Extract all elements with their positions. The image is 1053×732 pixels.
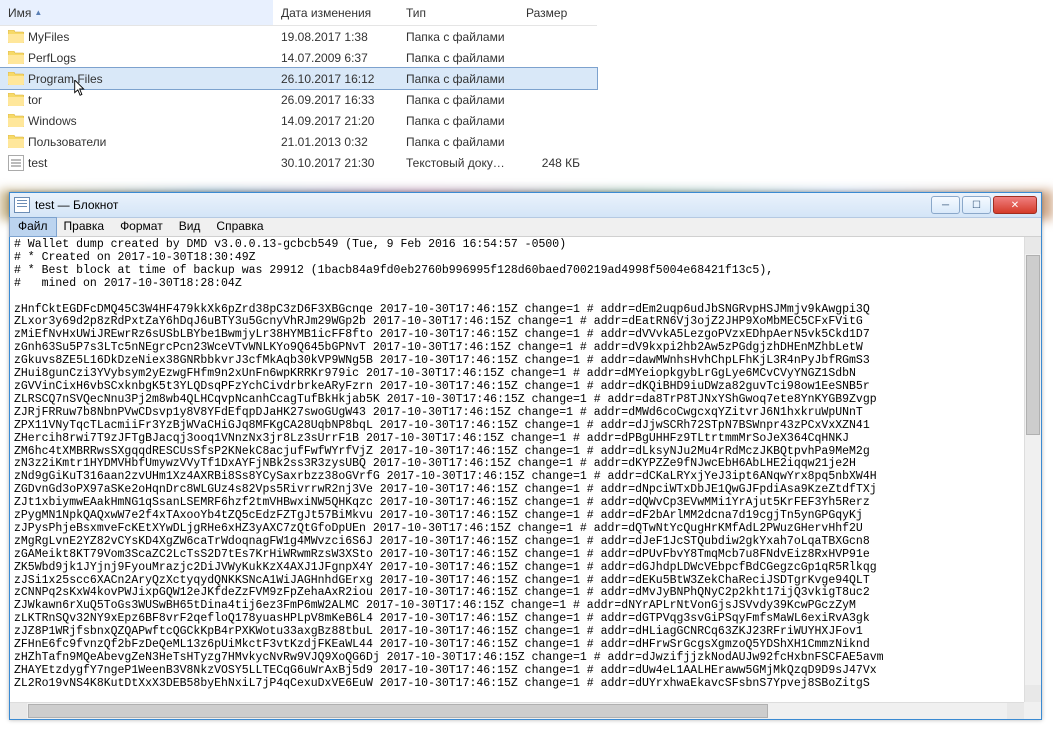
notepad-icon	[14, 197, 30, 213]
file-name-label: Пользователи	[28, 135, 106, 149]
file-name-label: Windows	[28, 114, 77, 128]
maximize-button[interactable]: ☐	[962, 196, 991, 214]
cell-type: Папка с файлами	[398, 135, 518, 149]
menu-file[interactable]: Файл	[10, 218, 56, 236]
cell-date: 14.07.2009 6:37	[273, 51, 398, 65]
cell-date: 30.10.2017 21:30	[273, 156, 398, 170]
window-title: test — Блокнот	[35, 198, 929, 212]
file-rows-container: MyFiles19.08.2017 1:38Папка с файламиPer…	[0, 26, 597, 173]
cell-name: test	[0, 155, 273, 171]
folder-icon	[8, 135, 24, 148]
cell-date: 19.08.2017 1:38	[273, 30, 398, 44]
file-name-label: Program Files	[28, 72, 103, 86]
cell-date: 21.01.2013 0:32	[273, 135, 398, 149]
scrollbar-horizontal[interactable]	[10, 702, 1041, 719]
menu-bar: Файл Правка Формат Вид Справка	[10, 218, 1041, 237]
cell-size: 248 КБ	[518, 156, 588, 170]
menu-format[interactable]: Формат	[112, 218, 171, 236]
cell-name: Program Files	[0, 72, 273, 86]
file-row[interactable]: tor 26.09.2017 16:33Папка с файлами	[0, 89, 597, 110]
file-explorer-listview[interactable]: Имя▲ Дата изменения Тип Размер MyFiles 19…	[0, 0, 597, 173]
cell-date: 14.09.2017 21:20	[273, 114, 398, 128]
text-area-container: # Wallet dump created by DMD v3.0.0.13-g…	[10, 237, 1041, 719]
file-row[interactable]: PerfLogs 14.07.2009 6:37Папка с файлами	[0, 47, 597, 68]
cell-name: MyFiles	[0, 30, 273, 44]
folder-icon	[8, 93, 24, 106]
window-buttons: ─ ☐ ✕	[929, 196, 1037, 214]
cell-date: 26.09.2017 16:33	[273, 93, 398, 107]
file-name-label: tor	[28, 93, 42, 107]
file-row[interactable]: Program Files 26.10.2017 16:12Папка с фай…	[0, 68, 597, 89]
cell-name: tor	[0, 93, 273, 107]
file-name-label: PerfLogs	[28, 51, 76, 65]
text-area[interactable]: # Wallet dump created by DMD v3.0.0.13-g…	[10, 237, 1024, 702]
header-size[interactable]: Размер	[518, 0, 588, 25]
header-type[interactable]: Тип	[398, 0, 518, 25]
file-row[interactable]: Пользователи 21.01.2013 0:32Папка с файла…	[0, 131, 597, 152]
file-name-label: MyFiles	[28, 30, 69, 44]
minimize-button[interactable]: ─	[931, 196, 960, 214]
header-name-label: Имя	[8, 6, 31, 20]
column-headers: Имя▲ Дата изменения Тип Размер	[0, 0, 597, 26]
cell-type: Папка с файлами	[398, 72, 518, 86]
scrollbar-thumb-v[interactable]	[1026, 255, 1040, 435]
title-bar[interactable]: test — Блокнот ─ ☐ ✕	[10, 193, 1041, 218]
header-date-label: Дата изменения	[281, 6, 371, 20]
notepad-window: test — Блокнот ─ ☐ ✕ Файл Правка Формат …	[9, 192, 1042, 720]
cell-type: Папка с файлами	[398, 51, 518, 65]
folder-icon	[8, 114, 24, 127]
header-type-label: Тип	[406, 6, 426, 20]
cell-name: Пользователи	[0, 135, 273, 149]
cell-name: Windows	[0, 114, 273, 128]
file-name-label: test	[28, 156, 47, 170]
menu-edit[interactable]: Правка	[56, 218, 113, 236]
sort-arrow-icon: ▲	[34, 8, 42, 17]
scrollbar-thumb-h[interactable]	[28, 704, 768, 718]
scroll-corner	[1024, 702, 1041, 719]
cell-type: Текстовый докум...	[398, 156, 518, 170]
scrollbar-vertical[interactable]	[1024, 237, 1041, 702]
file-row[interactable]: test 30.10.2017 21:30Текстовый докум...24…	[0, 152, 597, 173]
header-size-label: Размер	[526, 6, 567, 20]
folder-icon	[8, 30, 24, 43]
file-row[interactable]: Windows 14.09.2017 21:20Папка с файлами	[0, 110, 597, 131]
file-row[interactable]: MyFiles 19.08.2017 1:38Папка с файлами	[0, 26, 597, 47]
folder-icon	[8, 72, 24, 85]
text-file-icon	[8, 155, 24, 171]
menu-help[interactable]: Справка	[208, 218, 271, 236]
cell-date: 26.10.2017 16:12	[273, 72, 398, 86]
header-name[interactable]: Имя▲	[0, 0, 273, 25]
cell-type: Папка с файлами	[398, 30, 518, 44]
cell-type: Папка с файлами	[398, 114, 518, 128]
header-date[interactable]: Дата изменения	[273, 0, 398, 25]
cell-type: Папка с файлами	[398, 93, 518, 107]
menu-view[interactable]: Вид	[171, 218, 209, 236]
close-button[interactable]: ✕	[993, 196, 1037, 214]
folder-icon	[8, 51, 24, 64]
cell-name: PerfLogs	[0, 51, 273, 65]
